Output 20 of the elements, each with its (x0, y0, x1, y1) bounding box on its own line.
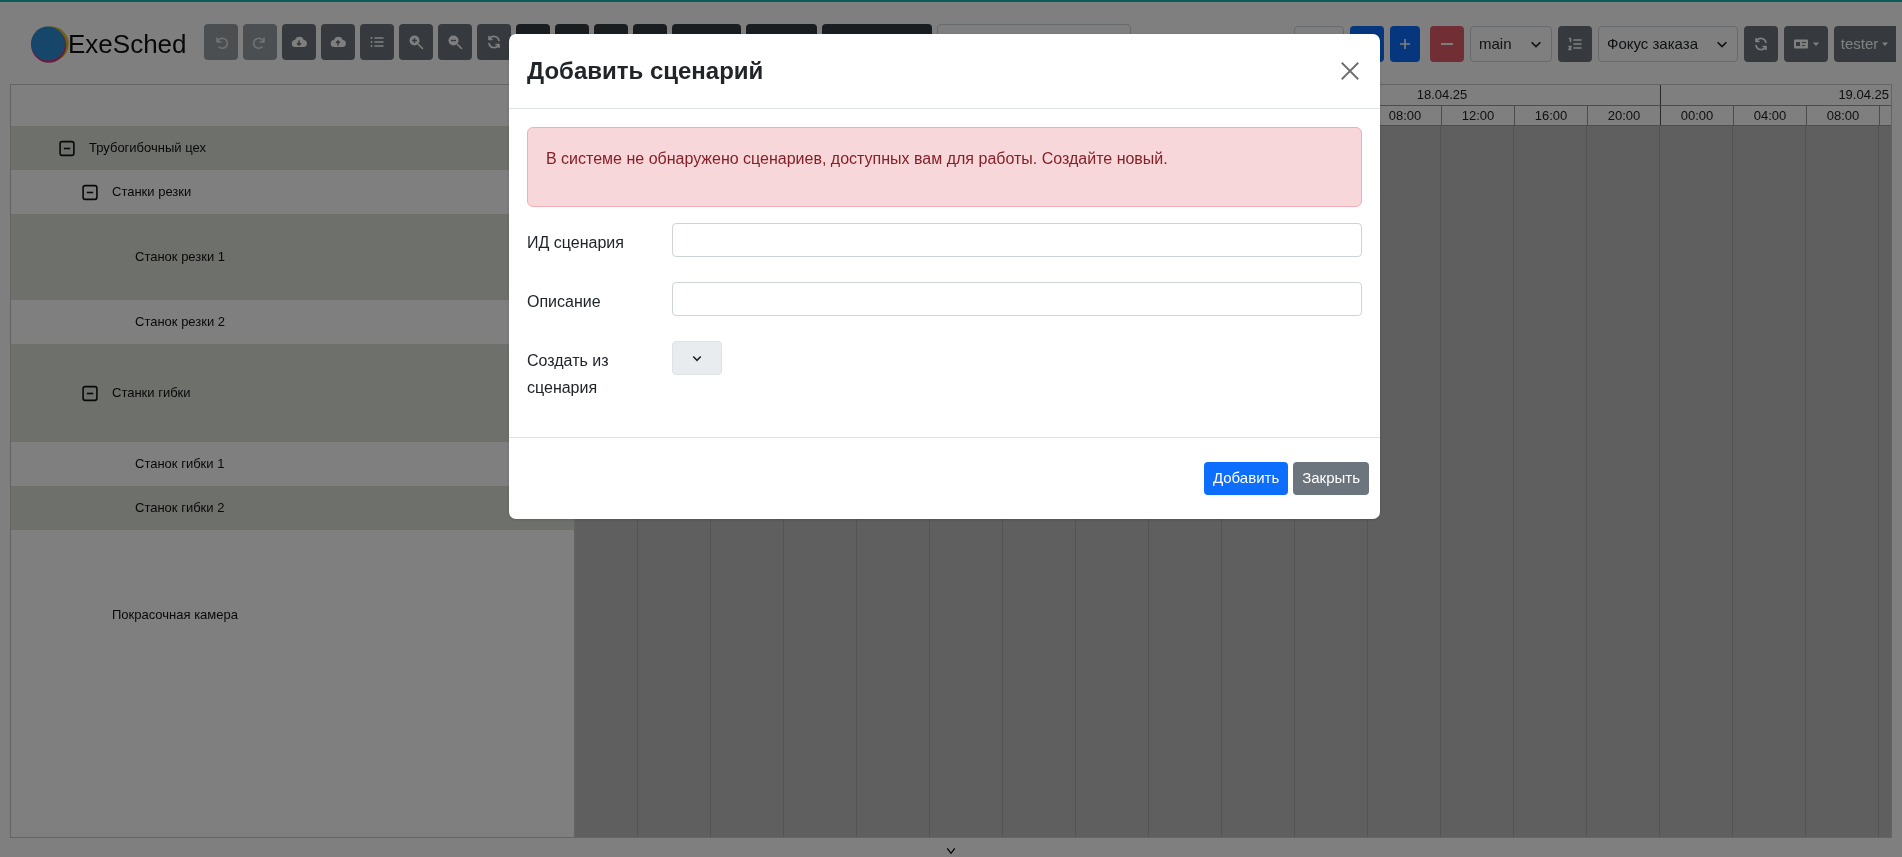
hour-label: 00:00 (1680, 106, 1714, 125)
date-label: 18.04.25 (1416, 86, 1468, 105)
tree-label: Станок резки 2 (135, 313, 226, 332)
tree-label: Покрасочная камера (112, 606, 238, 624)
hour-label: 08:00 (1388, 106, 1422, 125)
tree-label: Станки гибки (112, 384, 191, 403)
tree-label: Станок гибки 2 (135, 499, 225, 518)
hour-label: 12:00 (1461, 106, 1495, 125)
tree-label: Трубогибочный цех (89, 139, 206, 158)
date-label: 19.04.25 (1838, 86, 1889, 105)
app-logo-text: ExeSched (68, 27, 187, 61)
hour-label: 04:00 (1753, 106, 1787, 125)
hour-label: 20:00 (1607, 106, 1641, 125)
hour-label: 08:00 (1826, 106, 1860, 125)
alert-message: В системе не обнаружено сценариев, доступных вам для работы. Создайте новый. (527, 127, 1362, 207)
tree-label: Станок гибки 1 (135, 455, 225, 474)
dialog-title: Добавить сценарий (527, 56, 764, 86)
tree-label: Станок резки 1 (135, 248, 226, 267)
tree-label: Станки резки (112, 183, 192, 202)
hour-label: 16:00 (1534, 106, 1568, 125)
